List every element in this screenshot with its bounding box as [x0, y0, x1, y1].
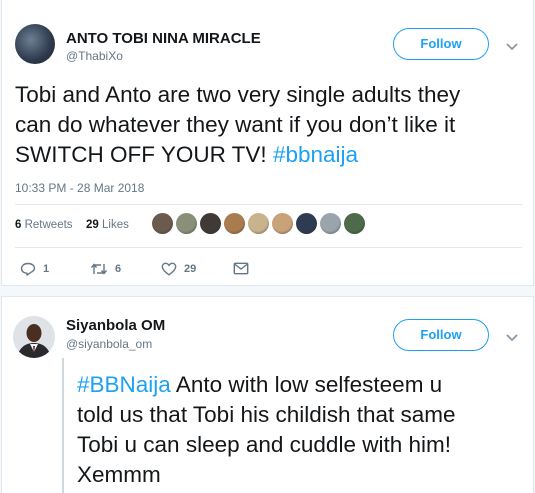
retweet-icon — [90, 263, 108, 275]
tweet-card: ANTO TOBI NINA MIRACLE @ThabiXo Follow T… — [1, 0, 534, 286]
tweet-text-line: told us that Tobi his childish that same — [77, 402, 456, 427]
divider — [15, 247, 522, 248]
profile-photo — [13, 316, 55, 358]
avatar[interactable] — [13, 316, 55, 358]
tweet-card: Siyanbola OM @siyanbola_om Follow #BBNai… — [1, 296, 534, 493]
divider — [15, 204, 522, 205]
follow-button[interactable]: Follow — [393, 319, 489, 351]
reply-count: 1 — [43, 263, 50, 275]
retweet-count: 6 — [115, 263, 122, 275]
liker-avatar[interactable] — [248, 213, 269, 234]
chevron-down-icon[interactable] — [504, 41, 520, 53]
liker-avatars — [152, 213, 365, 235]
liker-avatar[interactable] — [320, 213, 341, 234]
envelope-icon — [233, 262, 249, 275]
liker-avatar[interactable] — [344, 213, 365, 234]
tweet-text-segment: Anto with low selfesteem u — [170, 372, 443, 397]
tweet-text: Tobi and Anto are two very single adults… — [15, 80, 530, 170]
liker-avatar[interactable] — [200, 213, 221, 234]
retweets-stat[interactable]: 6 Retweets — [15, 219, 73, 231]
tweet-text-line: SWITCH OFF YOUR TV! #bbnaija — [15, 140, 530, 170]
liker-avatar[interactable] — [152, 213, 173, 234]
follow-button[interactable]: Follow — [393, 28, 489, 60]
direct-message-action[interactable] — [233, 262, 249, 275]
reply-action[interactable]: 1 — [20, 262, 49, 276]
heart-icon — [161, 262, 177, 276]
tweet-text-line: can do whatever they want if you don’t l… — [15, 112, 456, 137]
tweet-text-line: Xemmm — [77, 462, 161, 487]
conversation-thread-line — [62, 358, 64, 493]
tweet-text-line: #BBNaija Anto with low selfesteem u — [77, 370, 527, 400]
like-count: 29 — [184, 263, 197, 275]
tweet-text: #BBNaija Anto with low selfesteem u told… — [77, 370, 527, 490]
liker-avatar[interactable] — [296, 213, 317, 234]
display-name[interactable]: Siyanbola OM — [66, 317, 165, 334]
like-action[interactable]: 29 — [161, 262, 196, 276]
tweet-text-segment: SWITCH OFF YOUR TV! — [15, 142, 273, 167]
reply-icon — [20, 262, 36, 276]
user-handle[interactable]: @siyanbola_om — [66, 337, 152, 351]
likes-count: 29 — [86, 219, 99, 231]
hashtag-link[interactable]: #bbnaija — [273, 142, 358, 167]
hashtag-link[interactable]: #BBNaija — [77, 372, 171, 397]
timestamp[interactable]: 10:33 PM - 28 Mar 2018 — [15, 181, 144, 195]
chevron-down-icon[interactable] — [504, 332, 520, 344]
retweets-label: Retweets — [24, 219, 73, 231]
retweets-count: 6 — [15, 219, 22, 231]
avatar[interactable] — [15, 24, 55, 64]
retweet-action[interactable]: 6 — [90, 262, 121, 276]
liker-avatar[interactable] — [272, 213, 293, 234]
tweet-text-line: Tobi u can sleep and cuddle with him! — [77, 432, 451, 457]
liker-avatar[interactable] — [224, 213, 245, 234]
liker-avatar[interactable] — [176, 213, 197, 234]
likes-stat[interactable]: 29 Likes — [86, 219, 129, 231]
display-name[interactable]: ANTO TOBI NINA MIRACLE — [66, 30, 261, 47]
tweet-text-line: Tobi and Anto are two very single adults… — [15, 82, 461, 107]
user-handle[interactable]: @ThabiXo — [66, 49, 123, 63]
likes-label: Likes — [102, 219, 129, 231]
